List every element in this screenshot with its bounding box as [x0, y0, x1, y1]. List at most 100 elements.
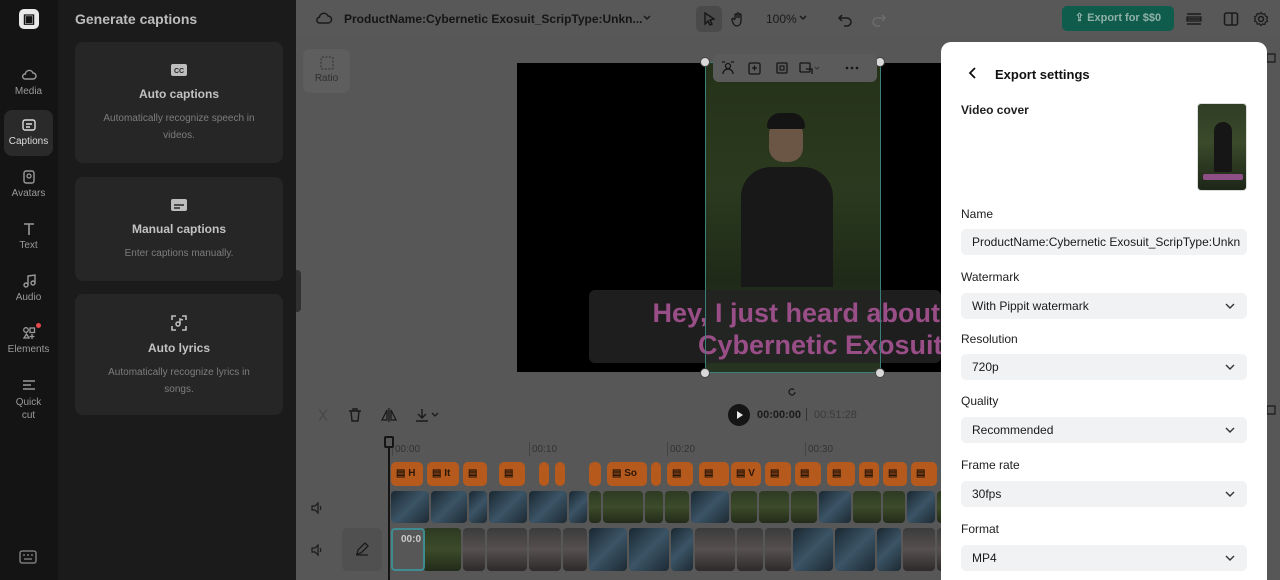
redo-icon[interactable]: [871, 11, 887, 27]
rail-item-quick-cut[interactable]: Quick cut: [4, 370, 53, 426]
video-clip-thumbnail[interactable]: [569, 491, 587, 523]
format-select[interactable]: MP4: [961, 545, 1247, 571]
more-options-icon[interactable]: [845, 61, 859, 80]
playhead[interactable]: [388, 436, 390, 580]
rotate-handle-icon[interactable]: [787, 387, 797, 397]
keyboard-icon[interactable]: [19, 550, 37, 564]
video-clip-thumbnail[interactable]: [469, 491, 487, 523]
caption-clip[interactable]: [555, 462, 565, 486]
video-clip-thumbnail[interactable]: [529, 491, 567, 523]
remove-bg-icon[interactable]: [721, 61, 735, 80]
rail-item-media[interactable]: Media: [4, 60, 53, 106]
manual-captions-card[interactable]: Manual captions Enter captions manually.: [75, 177, 283, 281]
rail-item-avatars[interactable]: Avatars: [4, 162, 53, 208]
hand-tool-button[interactable]: [725, 6, 751, 32]
video-clip-thumbnail[interactable]: [489, 491, 527, 523]
video-clip-thumbnail[interactable]: [463, 528, 485, 571]
play-button[interactable]: [728, 404, 750, 426]
caption-clip[interactable]: ▤: [827, 462, 855, 486]
speaker-icon[interactable]: [310, 543, 324, 557]
video-clip-thumbnail[interactable]: [589, 491, 601, 523]
caption-clip[interactable]: ▤: [499, 462, 525, 486]
project-title[interactable]: ProductName:Cybernetic Exosuit_ScripType…: [344, 12, 643, 26]
panel-collapse-handle[interactable]: [296, 270, 301, 312]
caption-clip[interactable]: ▤: [765, 462, 791, 486]
layers-icon[interactable]: [1185, 11, 1203, 27]
video-clip-thumbnail[interactable]: [629, 528, 669, 571]
undo-icon[interactable]: [837, 11, 853, 27]
caption-clip[interactable]: ▤: [911, 462, 937, 486]
rail-item-captions[interactable]: Captions: [4, 110, 53, 156]
caption-clip[interactable]: ▤ So: [607, 462, 647, 486]
selected-video-clip[interactable]: 00:0: [391, 528, 425, 571]
video-clip-thumbnail[interactable]: [883, 491, 905, 523]
video-clip-thumbnail[interactable]: [431, 491, 467, 523]
video-clip-thumbnail[interactable]: [671, 528, 693, 571]
resize-handle[interactable]: [700, 57, 710, 67]
video-clip-thumbnail[interactable]: [603, 491, 643, 523]
rail-item-audio[interactable]: Audio: [4, 266, 53, 312]
speaker-icon[interactable]: [310, 501, 324, 515]
video-clip-thumbnail[interactable]: [665, 491, 689, 523]
resize-handle[interactable]: [700, 368, 710, 378]
export-button[interactable]: ⇪ Export for $$0: [1062, 6, 1174, 31]
name-input[interactable]: ProductName:Cybernetic Exosuit_ScripType…: [961, 229, 1247, 255]
video-clip-thumbnail[interactable]: [423, 528, 461, 571]
caption-clip[interactable]: [539, 462, 549, 486]
cloud-sync-icon[interactable]: [315, 10, 333, 26]
caption-clip[interactable]: ▤ V: [731, 462, 761, 486]
caption-clip[interactable]: ▤: [699, 462, 729, 486]
chevron-down-icon[interactable]: [642, 13, 652, 23]
caption-clip[interactable]: ▤ H: [391, 462, 423, 486]
select-tool-button[interactable]: [696, 6, 722, 32]
caption-clip[interactable]: [589, 462, 601, 486]
auto-captions-card[interactable]: CC Auto captions Automatically recognize…: [75, 42, 283, 163]
playhead-handle[interactable]: [384, 436, 394, 448]
video-clip-thumbnail[interactable]: [563, 528, 587, 571]
rail-item-elements[interactable]: Elements: [4, 318, 53, 364]
video-clip-thumbnail[interactable]: [589, 528, 627, 571]
caption-clip[interactable]: ▤: [667, 462, 693, 486]
auto-lyrics-card[interactable]: Auto lyrics Automatically recognize lyri…: [75, 294, 283, 415]
caption-clip[interactable]: ▤: [795, 462, 821, 486]
video-clip-thumbnail[interactable]: [691, 491, 729, 523]
settings-gear-icon[interactable]: [1253, 11, 1269, 27]
delete-icon[interactable]: [347, 407, 363, 423]
video-clip-thumbnail[interactable]: [877, 528, 901, 571]
download-icon[interactable]: [414, 407, 442, 423]
video-clip-thumbnail[interactable]: [645, 491, 663, 523]
video-clip-thumbnail[interactable]: [765, 528, 791, 571]
video-clip-thumbnail[interactable]: [737, 528, 763, 571]
caption-clip[interactable]: ▤: [859, 462, 879, 486]
video-clip-thumbnail[interactable]: [791, 491, 817, 523]
video-clip-thumbnail[interactable]: [819, 491, 851, 523]
video-clip-thumbnail[interactable]: [731, 491, 757, 523]
watermark-select[interactable]: With Pippit watermark: [961, 293, 1247, 319]
caption-clip[interactable]: [651, 462, 661, 486]
video-clip-thumbnail[interactable]: [907, 491, 935, 523]
ratio-button[interactable]: Ratio: [303, 49, 350, 93]
replace-icon[interactable]: [799, 61, 821, 80]
framerate-select[interactable]: 30fps: [961, 481, 1247, 507]
caption-clip[interactable]: ▤ It: [427, 462, 459, 486]
video-clip-thumbnail[interactable]: [487, 528, 527, 571]
rail-item-text[interactable]: Text: [4, 214, 53, 260]
split-icon[interactable]: [316, 407, 330, 423]
video-clip-thumbnail[interactable]: [695, 528, 735, 571]
add-image-icon[interactable]: [748, 61, 762, 80]
video-cover-thumbnail[interactable]: [1197, 103, 1247, 191]
video-clip-thumbnail[interactable]: [835, 528, 875, 571]
chevron-down-icon[interactable]: [798, 13, 808, 23]
resolution-select[interactable]: 720p: [961, 354, 1247, 380]
mirror-icon[interactable]: [381, 407, 397, 423]
caption-clip[interactable]: ▤: [883, 462, 907, 486]
resize-handle[interactable]: [875, 368, 885, 378]
video-clip-thumbnail[interactable]: [529, 528, 561, 571]
video-clip-thumbnail[interactable]: [391, 491, 429, 523]
edit-cover-button[interactable]: [342, 528, 382, 571]
quality-select[interactable]: Recommended: [961, 417, 1247, 443]
back-arrow-icon[interactable]: [966, 66, 980, 80]
video-clip-thumbnail[interactable]: [759, 491, 789, 523]
video-clip-thumbnail[interactable]: [903, 528, 935, 571]
crop-icon[interactable]: [775, 61, 789, 80]
